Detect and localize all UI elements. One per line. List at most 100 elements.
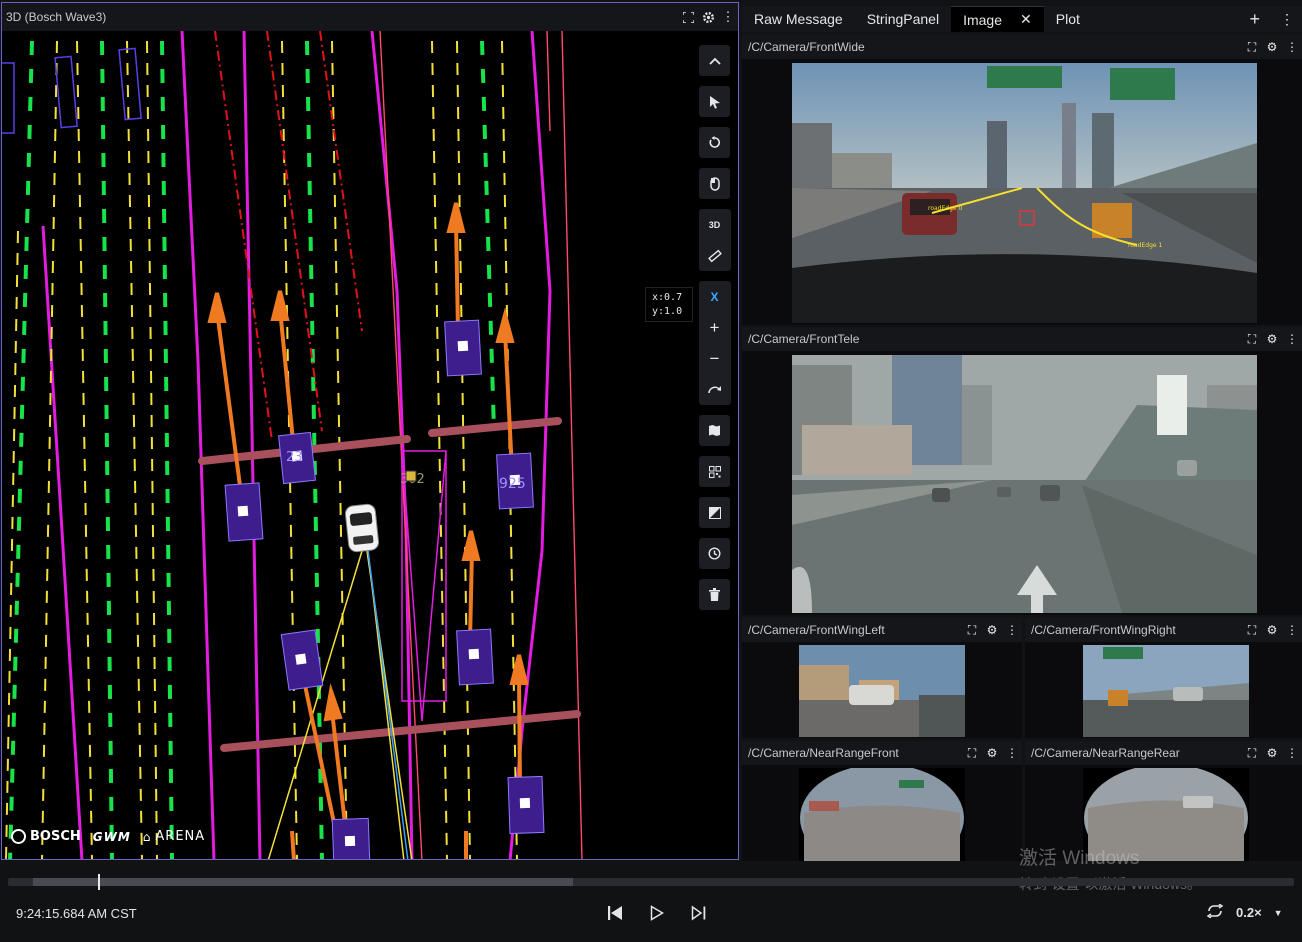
fullscreen-icon[interactable]: ⛶ [962,623,982,638]
gwm-logo: GWM [92,829,131,844]
panel-3d[interactable]: 3D (Bosch Wave3) ⋮ 23 925 x:0.7 y:1.0 3D… [1,2,739,860]
chevron-up-icon[interactable] [699,45,730,76]
zoom-out-icon[interactable]: − [699,343,730,374]
toggle-3d-button[interactable]: 3D [699,209,730,240]
tab-image[interactable]: Image ✕ [951,6,1044,32]
windows-activation-watermark: 激活 Windows 转到“设置”以激活 Windows。 [1019,843,1201,894]
brand-logos: BOSCH GWM ⌂ ARENA [11,829,205,844]
play-icon[interactable] [646,902,668,924]
front-tele-image [792,355,1257,613]
fullscreen-icon[interactable] [678,7,698,27]
timeline-playhead[interactable] [98,874,100,890]
camera-panel-front-tele[interactable]: /C/Camera/FrontTele ⛶ ⚙ ⋮ [742,327,1302,615]
more-menu-icon[interactable]: ⋮ [718,7,738,27]
fullscreen-icon[interactable]: ⛶ [1242,746,1262,761]
tab-plot[interactable]: Plot [1044,6,1092,32]
select-cursor-icon[interactable] [699,86,730,117]
camera-title-bar: /C/Camera/NearRangeFront ⛶ ⚙ ⋮ [742,741,1022,765]
speed-value[interactable]: 0.2× [1236,905,1262,920]
object-id-label: 925 [499,476,526,492]
seek-start-icon[interactable] [604,902,626,924]
road-edge-label: roadEdge 0 [928,205,962,212]
playback-time: 9:24:15.684 AM CST [16,906,137,921]
reset-view-icon[interactable] [699,127,730,158]
more-menu-icon[interactable]: ⋮ [1002,746,1022,760]
app-root: 3D (Bosch Wave3) ⋮ 23 925 x:0.7 y:1.0 3D… [0,0,1302,942]
history-clock-icon[interactable] [699,538,730,569]
object-id-label: 23 [286,450,303,465]
trash-icon[interactable] [699,579,730,610]
tab-raw-message[interactable]: Raw Message [742,6,855,32]
playback-controls [604,902,710,924]
more-menu-icon[interactable]: ⋮ [1002,623,1022,637]
zoom-group: X + − [699,281,731,405]
small-object-marker [405,470,417,482]
right-tabbar: Raw Message StringPanel Image ✕ Plot + ⋮ [742,6,1302,32]
settings-gear-icon[interactable] [698,7,718,27]
rotate-icon[interactable] [699,374,730,405]
add-tab-icon[interactable]: + [1237,6,1272,32]
3d-toolbar: 3D X + − [699,45,731,610]
playback-timeline[interactable] [8,874,1294,890]
camera-title: /C/Camera/NearRangeFront [748,746,899,760]
camera-panel-front-wide[interactable]: /C/Camera/FrontWide ⛶ ⚙ ⋮ roadEdge 0 roa… [742,35,1302,325]
camera-panel-front-wing-left[interactable]: /C/Camera/FrontWingLeft ⛶ ⚙ ⋮ [742,618,1022,738]
camera-title: /C/Camera/FrontTele [748,332,860,346]
tab-string-panel[interactable]: StringPanel [855,6,951,32]
zoom-in-icon[interactable]: + [699,312,730,343]
mouse-icon[interactable] [699,168,730,199]
tab-image-label: Image [963,11,1003,28]
loop-icon[interactable] [1206,903,1224,921]
coord-x: x:0.7 [652,292,683,303]
panel-3d-title: 3D (Bosch Wave3) [6,10,107,24]
close-tab-icon[interactable]: ✕ [1020,11,1032,28]
watermark-line1: 激活 Windows [1019,848,1140,869]
arena-logo: ⌂ ARENA [142,829,206,844]
playback-speed-control: 0.2× ▼ [1206,903,1283,921]
bosch-logo: BOSCH [11,829,81,844]
more-menu-icon[interactable]: ⋮ [1282,40,1302,54]
more-menu-icon[interactable]: ⋮ [1282,746,1302,760]
speed-dropdown-icon[interactable]: ▼ [1274,908,1283,918]
coordinate-readout: x:0.7 y:1.0 [645,287,693,322]
camera-title-bar: /C/Camera/FrontWingRight ⛶ ⚙ ⋮ [1025,618,1302,642]
road-edge-label: roadEdge 1 [1128,242,1162,249]
front-wing-left-image [799,645,965,737]
settings-gear-icon[interactable]: ⚙ [1262,623,1282,637]
settings-gear-icon[interactable]: ⚙ [1262,332,1282,346]
timeline-loaded-range [33,878,573,886]
camera-title: /C/Camera/FrontWingRight [1031,623,1176,637]
camera-title-bar: /C/Camera/NearRangeRear ⛶ ⚙ ⋮ [1025,741,1302,765]
split-view-icon[interactable] [699,497,730,528]
camera-title-bar: /C/Camera/FrontTele ⛶ ⚙ ⋮ [742,327,1302,351]
front-wing-right-image [1083,645,1249,737]
view-mode-group: 3D [699,209,731,271]
settings-gear-icon[interactable]: ⚙ [982,623,1002,637]
coord-y: y:1.0 [652,306,683,317]
near-range-front-image [799,768,965,861]
camera-title-bar: /C/Camera/FrontWingLeft ⛶ ⚙ ⋮ [742,618,1022,642]
fullscreen-icon[interactable]: ⛶ [962,746,982,761]
fullscreen-icon[interactable]: ⛶ [1242,623,1262,638]
settings-gear-icon[interactable]: ⚙ [1262,746,1282,760]
more-menu-icon[interactable]: ⋮ [1282,332,1302,346]
panel-3d-titlebar: 3D (Bosch Wave3) ⋮ [2,3,738,31]
more-menu-icon[interactable]: ⋮ [1282,623,1302,637]
settings-gear-icon[interactable]: ⚙ [1262,40,1282,54]
camera-panel-near-range-front[interactable]: /C/Camera/NearRangeFront ⛶ ⚙ ⋮ [742,741,1022,861]
camera-title: /C/Camera/NearRangeRear [1031,746,1180,760]
step-forward-icon[interactable] [688,902,710,924]
front-wide-image: roadEdge 0 roadEdge 1 [792,63,1257,323]
fullscreen-icon[interactable]: ⛶ [1242,40,1262,55]
camera-panel-front-wing-right[interactable]: /C/Camera/FrontWingRight ⛶ ⚙ ⋮ [1025,618,1302,738]
fullscreen-icon[interactable]: ⛶ [1242,332,1262,347]
map-icon[interactable] [699,415,730,446]
grid-icon[interactable] [699,456,730,487]
camera-title: /C/Camera/FrontWide [748,40,865,54]
3d-scene-canvas[interactable]: 302 23 925 [2,31,738,860]
axis-x-button[interactable]: X [699,281,730,312]
tabbar-more-icon[interactable]: ⋮ [1272,6,1302,32]
settings-gear-icon[interactable]: ⚙ [982,746,1002,760]
camera-title: /C/Camera/FrontWingLeft [748,623,885,637]
ruler-icon[interactable] [699,240,730,271]
